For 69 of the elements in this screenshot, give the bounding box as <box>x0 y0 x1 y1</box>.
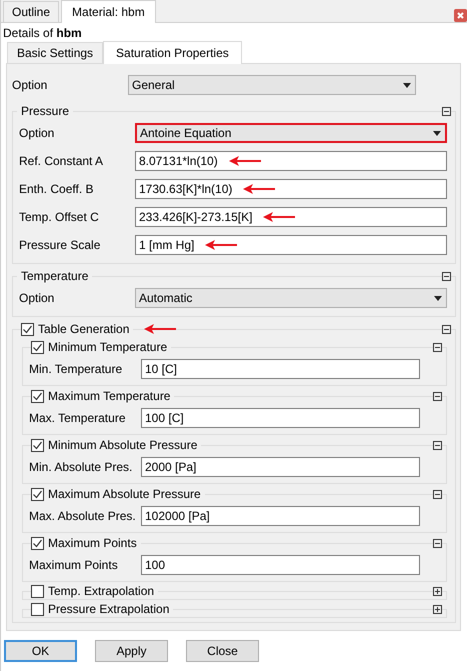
window-tab[interactable]: Material: hbm <box>61 0 156 23</box>
field-label: Min. Absolute Pres. <box>29 460 134 474</box>
group-title: Pressure Extrapolation <box>44 602 174 616</box>
group-title: Maximum Points <box>44 536 141 550</box>
input-field[interactable]: 1 [mm Hg] <box>135 235 447 255</box>
collapse-icon[interactable] <box>433 538 442 548</box>
dropdown[interactable]: Automatic <box>135 288 447 308</box>
input-field[interactable]: 102000 [Pa] <box>141 506 420 526</box>
field-label: Max. Temperature <box>29 411 126 425</box>
group-title: Table Generation <box>34 322 134 336</box>
collapse-icon[interactable] <box>433 490 442 498</box>
field-label: Enth. Coeff. B <box>19 182 94 196</box>
panel-title: Details of hbm <box>2 25 83 42</box>
field-label: Min. Temperature <box>29 362 124 376</box>
button[interactable]: Apply <box>95 640 168 662</box>
checkbox[interactable] <box>31 488 44 500</box>
collapse-icon[interactable] <box>442 106 451 116</box>
input-field[interactable]: 100 <box>141 555 420 575</box>
button[interactable]: OK <box>4 640 77 662</box>
tab[interactable]: Saturation Properties <box>103 41 242 64</box>
field-label: Option <box>19 126 56 140</box>
group-title: Minimum Absolute Pressure <box>44 438 202 452</box>
input-field[interactable]: 2000 [Pa] <box>141 457 420 477</box>
arrow-icon <box>204 239 238 251</box>
input-field[interactable]: 233.426[K]-273.15[K] <box>135 207 447 227</box>
field-label: Pressure Scale <box>19 238 102 252</box>
checkbox[interactable] <box>31 438 44 452</box>
arrow-icon <box>242 183 276 195</box>
collapse-icon[interactable] <box>442 324 451 334</box>
field-label: Max. Absolute Pres. <box>29 509 137 523</box>
input-field[interactable]: 100 [C] <box>141 408 420 428</box>
arrow-icon <box>143 323 178 335</box>
window-tab[interactable]: Outline <box>3 1 60 22</box>
field-label: Ref. Constant A <box>19 154 104 168</box>
checkbox[interactable] <box>31 340 44 354</box>
expand-icon[interactable] <box>433 586 442 596</box>
dropdown-arrow-icon <box>403 82 411 88</box>
checkbox[interactable] <box>31 584 44 598</box>
input-field[interactable]: 10 [C] <box>141 359 420 379</box>
group-title: Minimum Temperature <box>44 340 172 354</box>
checkbox[interactable] <box>31 536 44 550</box>
group-title: Temp. Extrapolation <box>44 584 158 598</box>
arrow-icon <box>228 155 262 167</box>
collapse-icon[interactable] <box>433 392 442 400</box>
dropdown-arrow-icon <box>434 296 442 300</box>
group-title: Pressure <box>17 104 74 118</box>
collapse-icon[interactable] <box>433 440 442 450</box>
dropdown[interactable]: General <box>128 75 416 95</box>
checkbox[interactable] <box>31 390 44 402</box>
field-label: Temp. Offset C <box>19 210 100 224</box>
input-field[interactable]: 1730.63[K]*ln(10) <box>135 179 447 199</box>
checkbox[interactable] <box>31 602 44 616</box>
field-label: Maximum Points <box>29 558 119 572</box>
close-icon[interactable] <box>454 9 467 22</box>
expand-icon[interactable] <box>433 604 442 614</box>
checkbox[interactable] <box>21 322 34 336</box>
dropdown[interactable]: Antoine Equation <box>135 123 447 143</box>
group-title: Maximum Absolute Pressure <box>44 487 205 501</box>
input-field[interactable]: 8.07131*ln(10) <box>135 151 447 171</box>
tab[interactable]: Basic Settings <box>7 42 104 63</box>
field-label: Option <box>12 78 48 92</box>
group-title: Temperature <box>17 269 92 283</box>
button[interactable]: Close <box>186 640 259 662</box>
group-title: Maximum Temperature <box>44 389 174 403</box>
field-label: Option <box>19 291 56 305</box>
arrow-icon <box>262 211 296 223</box>
dropdown-arrow-icon <box>433 130 441 136</box>
collapse-icon[interactable] <box>433 342 442 352</box>
collapse-icon[interactable] <box>442 272 451 280</box>
